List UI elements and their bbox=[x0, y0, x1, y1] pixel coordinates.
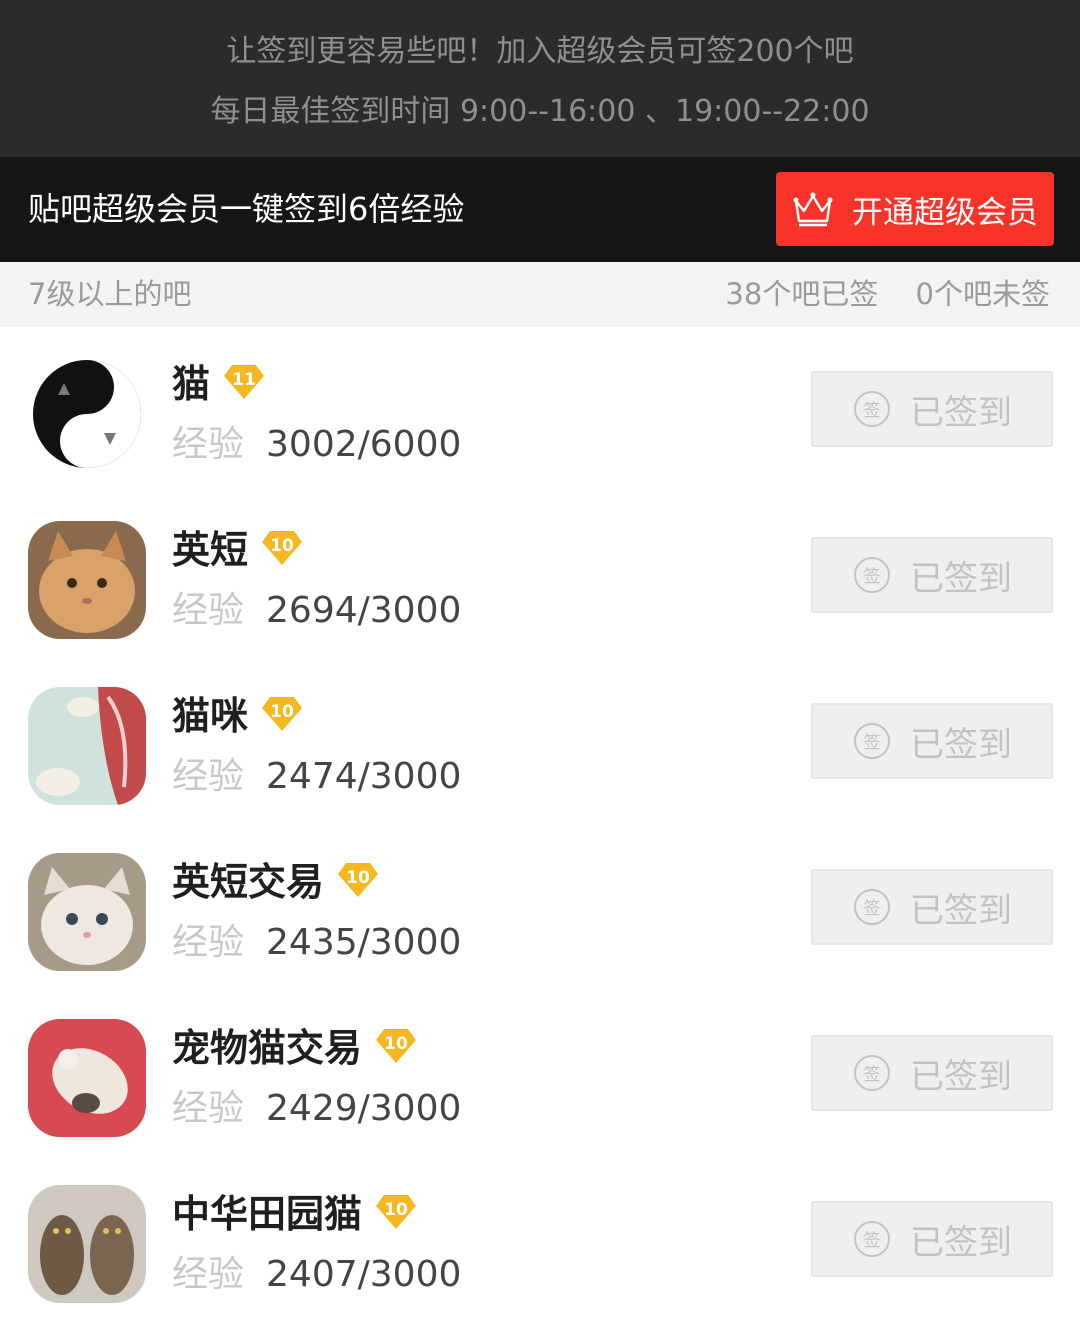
exp-value: 2474/3000 bbox=[266, 756, 462, 797]
level-badge: 10 bbox=[260, 693, 304, 733]
signed-button[interactable]: 签 已签到 bbox=[811, 537, 1053, 613]
list-item[interactable]: 英短交易 10 经验 2435/3000 签 已签到 bbox=[0, 825, 1080, 991]
svg-text:签: 签 bbox=[864, 899, 881, 919]
level-number: 11 bbox=[232, 369, 256, 390]
exp-label: 经验 bbox=[172, 922, 245, 963]
level-badge: 10 bbox=[260, 527, 304, 567]
section-header: 7级以上的吧 38个吧已签 0个吧未签 bbox=[0, 262, 1080, 327]
exp-info: 经验 2474/3000 bbox=[172, 747, 461, 799]
svg-text:签: 签 bbox=[864, 733, 881, 753]
level-number: 10 bbox=[346, 867, 370, 888]
forum-avatar[interactable] bbox=[28, 1185, 146, 1303]
exp-info: 经验 2435/3000 bbox=[172, 913, 461, 965]
list-item[interactable]: 猫咪 10 经验 2474/3000 签 已签到 bbox=[0, 659, 1080, 825]
forum-name-text: 猫 bbox=[172, 362, 211, 406]
signed-button[interactable]: 签 已签到 bbox=[811, 703, 1053, 779]
signed-label: 已签到 bbox=[910, 1056, 1012, 1097]
exp-label: 经验 bbox=[172, 590, 245, 631]
forum-avatar[interactable] bbox=[28, 355, 146, 473]
exp-info: 经验 2429/3000 bbox=[172, 1079, 461, 1131]
exp-value: 3002/6000 bbox=[266, 424, 462, 465]
list-item[interactable]: 英短 10 经验 2694/3000 签 已签到 bbox=[0, 493, 1080, 659]
list-item[interactable]: 宠物猫交易 10 经验 2429/3000 签 已签到 bbox=[0, 991, 1080, 1157]
forum-list: 猫 11 经验 3002/6000 签 已签到 英短 10 经验 2694/30… bbox=[0, 327, 1080, 1323]
exp-value: 2429/3000 bbox=[266, 1088, 462, 1129]
super-member-banner: 贴吧超级会员一键签到6倍经验 开通超级会员 bbox=[0, 157, 1080, 262]
level-number: 10 bbox=[270, 535, 294, 556]
sign-icon: 签 bbox=[854, 889, 890, 925]
exp-value: 2694/3000 bbox=[266, 590, 462, 631]
forum-name-text: 英短交易 bbox=[172, 860, 325, 904]
forum-name-text: 宠物猫交易 bbox=[172, 1026, 363, 1070]
forum-name-text: 英短 bbox=[172, 528, 249, 572]
level-badge: 10 bbox=[374, 1191, 418, 1231]
forum-avatar[interactable] bbox=[28, 687, 146, 805]
tip-line-2: 每日最佳签到时间 9:00--16:00 、19:00--22:00 bbox=[210, 94, 870, 129]
signed-count: 38个吧已签 bbox=[725, 277, 879, 311]
sign-icon: 签 bbox=[854, 1055, 890, 1091]
exp-label: 经验 bbox=[172, 1088, 245, 1129]
sign-icon: 签 bbox=[854, 1221, 890, 1257]
crown-icon bbox=[793, 192, 833, 227]
exp-info: 经验 2407/3000 bbox=[172, 1245, 461, 1297]
forum-avatar[interactable] bbox=[28, 853, 146, 971]
list-item[interactable]: 猫 11 经验 3002/6000 签 已签到 bbox=[0, 327, 1080, 493]
unsigned-count: 0个吧未签 bbox=[915, 277, 1050, 311]
promo-text: 贴吧超级会员一键签到6倍经验 bbox=[28, 190, 465, 228]
forum-name[interactable]: 猫 11 bbox=[172, 353, 266, 408]
forum-name[interactable]: 英短交易 10 bbox=[172, 851, 380, 906]
signed-label: 已签到 bbox=[910, 392, 1012, 433]
level-number: 10 bbox=[384, 1199, 408, 1220]
sign-icon: 签 bbox=[854, 557, 890, 593]
tip-line-1: 让签到更容易些吧！加入超级会员可签200个吧 bbox=[226, 34, 854, 69]
level-badge: 11 bbox=[222, 361, 266, 401]
signed-button[interactable]: 签 已签到 bbox=[811, 1201, 1053, 1277]
svg-text:签: 签 bbox=[864, 1231, 881, 1251]
exp-label: 经验 bbox=[172, 756, 245, 797]
open-super-member-button[interactable]: 开通超级会员 bbox=[776, 172, 1054, 246]
forum-avatar[interactable] bbox=[28, 1019, 146, 1137]
forum-avatar[interactable] bbox=[28, 521, 146, 639]
svg-text:签: 签 bbox=[864, 401, 881, 421]
forum-name[interactable]: 宠物猫交易 10 bbox=[172, 1017, 418, 1072]
signed-button[interactable]: 签 已签到 bbox=[811, 371, 1053, 447]
svg-text:签: 签 bbox=[864, 1065, 881, 1085]
exp-label: 经验 bbox=[172, 424, 245, 465]
list-item[interactable]: 中华田园猫 10 经验 2407/3000 签 已签到 bbox=[0, 1157, 1080, 1323]
signed-label: 已签到 bbox=[910, 890, 1012, 931]
forum-name[interactable]: 英短 10 bbox=[172, 519, 304, 574]
level-badge: 10 bbox=[336, 859, 380, 899]
exp-info: 经验 3002/6000 bbox=[172, 415, 461, 467]
exp-value: 2435/3000 bbox=[266, 922, 462, 963]
open-super-member-label: 开通超级会员 bbox=[852, 194, 1038, 231]
svg-text:签: 签 bbox=[864, 567, 881, 587]
forum-name-text: 猫咪 bbox=[172, 694, 249, 738]
sign-counts: 38个吧已签 0个吧未签 bbox=[725, 262, 1050, 327]
signed-label: 已签到 bbox=[910, 724, 1012, 765]
exp-label: 经验 bbox=[172, 1254, 245, 1295]
signed-button[interactable]: 签 已签到 bbox=[811, 1035, 1053, 1111]
section-title: 7级以上的吧 bbox=[28, 277, 192, 311]
sign-icon: 签 bbox=[854, 723, 890, 759]
sign-icon: 签 bbox=[854, 391, 890, 427]
exp-value: 2407/3000 bbox=[266, 1254, 462, 1295]
level-number: 10 bbox=[270, 701, 294, 722]
signed-button[interactable]: 签 已签到 bbox=[811, 869, 1053, 945]
level-number: 10 bbox=[384, 1033, 408, 1054]
forum-name-text: 中华田园猫 bbox=[172, 1192, 363, 1236]
level-badge: 10 bbox=[374, 1025, 418, 1065]
forum-name[interactable]: 猫咪 10 bbox=[172, 685, 304, 740]
exp-info: 经验 2694/3000 bbox=[172, 581, 461, 633]
signed-label: 已签到 bbox=[910, 558, 1012, 599]
forum-name[interactable]: 中华田园猫 10 bbox=[172, 1183, 418, 1238]
signed-label: 已签到 bbox=[910, 1222, 1012, 1263]
sign-in-tips: 让签到更容易些吧！加入超级会员可签200个吧 每日最佳签到时间 9:00--16… bbox=[0, 0, 1080, 157]
